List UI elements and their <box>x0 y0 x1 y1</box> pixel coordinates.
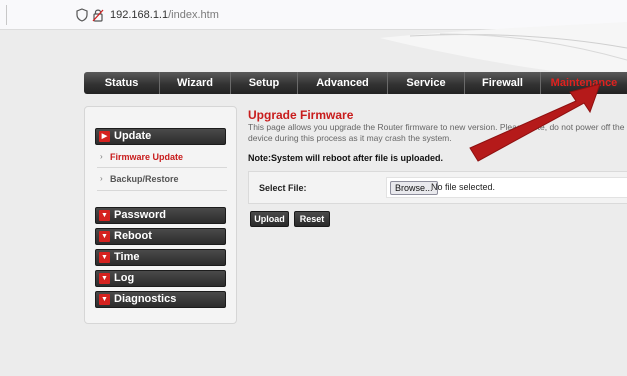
sidebar-item-firmware-update[interactable]: › Firmware Update <box>97 148 227 166</box>
lock-icon[interactable] <box>92 8 104 22</box>
sidebar-item-label: Log <box>114 272 135 284</box>
page: 192.168.1.1/index.htm Status Wizard Setu… <box>0 0 627 376</box>
chevron-down-icon: ▼ <box>99 294 110 305</box>
sidebar-item-log[interactable]: ▼ Log <box>95 270 226 287</box>
page-description: This page allows you upgrade the Router … <box>248 122 625 143</box>
sidebar-item-reboot[interactable]: ▼ Reboot <box>95 228 226 245</box>
upload-button[interactable]: Upload <box>250 211 289 227</box>
url-path: /index.htm <box>168 9 219 21</box>
bullet-icon: › <box>100 174 103 183</box>
sidebar-item-password[interactable]: ▼ Password <box>95 207 226 224</box>
reboot-note: Note:System will reboot after file is up… <box>248 153 444 163</box>
chevron-down-icon: ▼ <box>99 210 110 221</box>
tab-service[interactable]: Service <box>388 72 465 94</box>
url-host: 192.168.1.1 <box>110 9 169 21</box>
sidebar-item-label: Password <box>114 209 166 221</box>
tab-firewall[interactable]: Firewall <box>465 72 541 94</box>
sidebar-item-update[interactable]: ▶ Update <box>95 128 226 145</box>
bullet-icon: › <box>100 152 103 161</box>
tab-maintenance[interactable]: Maintenance <box>541 72 627 94</box>
toolbar-separator <box>6 5 7 25</box>
page-title: Upgrade Firmware <box>248 108 354 122</box>
sidebar-item-label: Firmware Update <box>110 152 184 162</box>
chevron-down-icon: ▼ <box>99 252 110 263</box>
sidebar-item-label: Diagnostics <box>114 293 177 305</box>
header-swoosh-graphic <box>380 22 627 80</box>
sidebar-item-label: Update <box>114 130 152 142</box>
chevron-down-icon: ▼ <box>99 231 110 242</box>
file-select-panel: Select File: Browse... No file selected. <box>248 171 627 204</box>
sidebar-item-label: Reboot <box>114 230 152 242</box>
sidebar: ▶ Update › Firmware Update › Backup/Rest… <box>84 106 237 324</box>
sidebar-item-diagnostics[interactable]: ▼ Diagnostics <box>95 291 226 308</box>
file-status-text: No file selected. <box>431 182 496 192</box>
tab-status[interactable]: Status <box>84 72 160 94</box>
sidebar-item-backup-restore[interactable]: › Backup/Restore <box>97 170 227 188</box>
main-nav: Status Wizard Setup Advanced Service Fir… <box>84 72 627 94</box>
select-file-label: Select File: <box>259 183 307 193</box>
url-field[interactable]: 192.168.1.1/index.htm <box>110 9 219 21</box>
tab-wizard[interactable]: Wizard <box>160 72 231 94</box>
chevron-right-icon: ▶ <box>99 131 110 142</box>
tab-advanced[interactable]: Advanced <box>298 72 388 94</box>
file-input[interactable]: Browse... No file selected. <box>386 177 627 198</box>
shield-icon[interactable] <box>76 8 88 22</box>
tab-setup[interactable]: Setup <box>231 72 298 94</box>
sidebar-divider <box>97 167 227 168</box>
reset-button[interactable]: Reset <box>294 211 330 227</box>
chevron-down-icon: ▼ <box>99 273 110 284</box>
sidebar-divider <box>97 190 227 191</box>
sidebar-item-label: Backup/Restore <box>110 174 179 184</box>
sidebar-item-time[interactable]: ▼ Time <box>95 249 226 266</box>
sidebar-item-label: Time <box>114 251 140 263</box>
